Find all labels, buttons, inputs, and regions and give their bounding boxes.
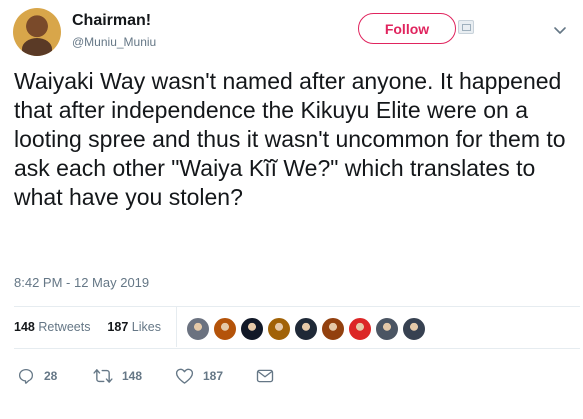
liker-avatar[interactable]: [213, 317, 237, 341]
retweet-count: 148: [122, 369, 143, 383]
liker-avatar[interactable]: [294, 317, 318, 341]
divider-top: [14, 306, 580, 307]
retweets-stat[interactable]: 148 Retweets: [14, 320, 94, 334]
liker-avatar[interactable]: [267, 317, 291, 341]
stats-separator: [176, 307, 177, 347]
tweet-card: Chairman! @Muniu_Muniu Follow Waiyaki Wa…: [0, 0, 583, 419]
liker-avatar[interactable]: [375, 317, 399, 341]
reply-action[interactable]: 28: [17, 366, 57, 386]
user-handle[interactable]: @Muniu_Muniu: [72, 35, 156, 49]
avatar[interactable]: [13, 8, 61, 56]
liker-avatar[interactable]: [321, 317, 345, 341]
display-name[interactable]: Chairman!: [72, 12, 151, 30]
likes-label: Likes: [131, 320, 161, 334]
tweet-timestamp[interactable]: 8:42 PM - 12 May 2019: [14, 275, 149, 290]
liker-avatar[interactable]: [402, 317, 426, 341]
liker-avatars: [186, 317, 429, 341]
reply-count: 28: [44, 369, 58, 383]
follow-button[interactable]: Follow: [358, 13, 456, 44]
direct-message-action[interactable]: [256, 366, 283, 386]
like-action[interactable]: 187: [175, 366, 223, 386]
engagement-stats: 148 Retweets 187 Likes: [14, 320, 161, 338]
divider-bottom: [14, 348, 580, 349]
liker-avatar[interactable]: [186, 317, 210, 341]
envelope-icon: [256, 369, 274, 383]
chevron-down-icon[interactable]: [552, 22, 568, 38]
like-count: 187: [203, 369, 224, 383]
tweet-text: Waiyaki Way wasn't named after anyone. I…: [14, 68, 566, 210]
heart-icon: [175, 368, 194, 384]
retweets-label: Retweets: [38, 320, 91, 334]
liker-avatar[interactable]: [240, 317, 264, 341]
reply-icon: [18, 368, 34, 384]
likes-count: 187: [107, 320, 129, 334]
likes-stat[interactable]: 187 Likes: [107, 320, 161, 334]
retweet-action[interactable]: 148: [93, 366, 142, 386]
retweet-icon: [93, 369, 113, 383]
retweets-count: 148: [14, 320, 35, 334]
follow-extension-icon[interactable]: [458, 20, 474, 34]
liker-avatar[interactable]: [348, 317, 372, 341]
